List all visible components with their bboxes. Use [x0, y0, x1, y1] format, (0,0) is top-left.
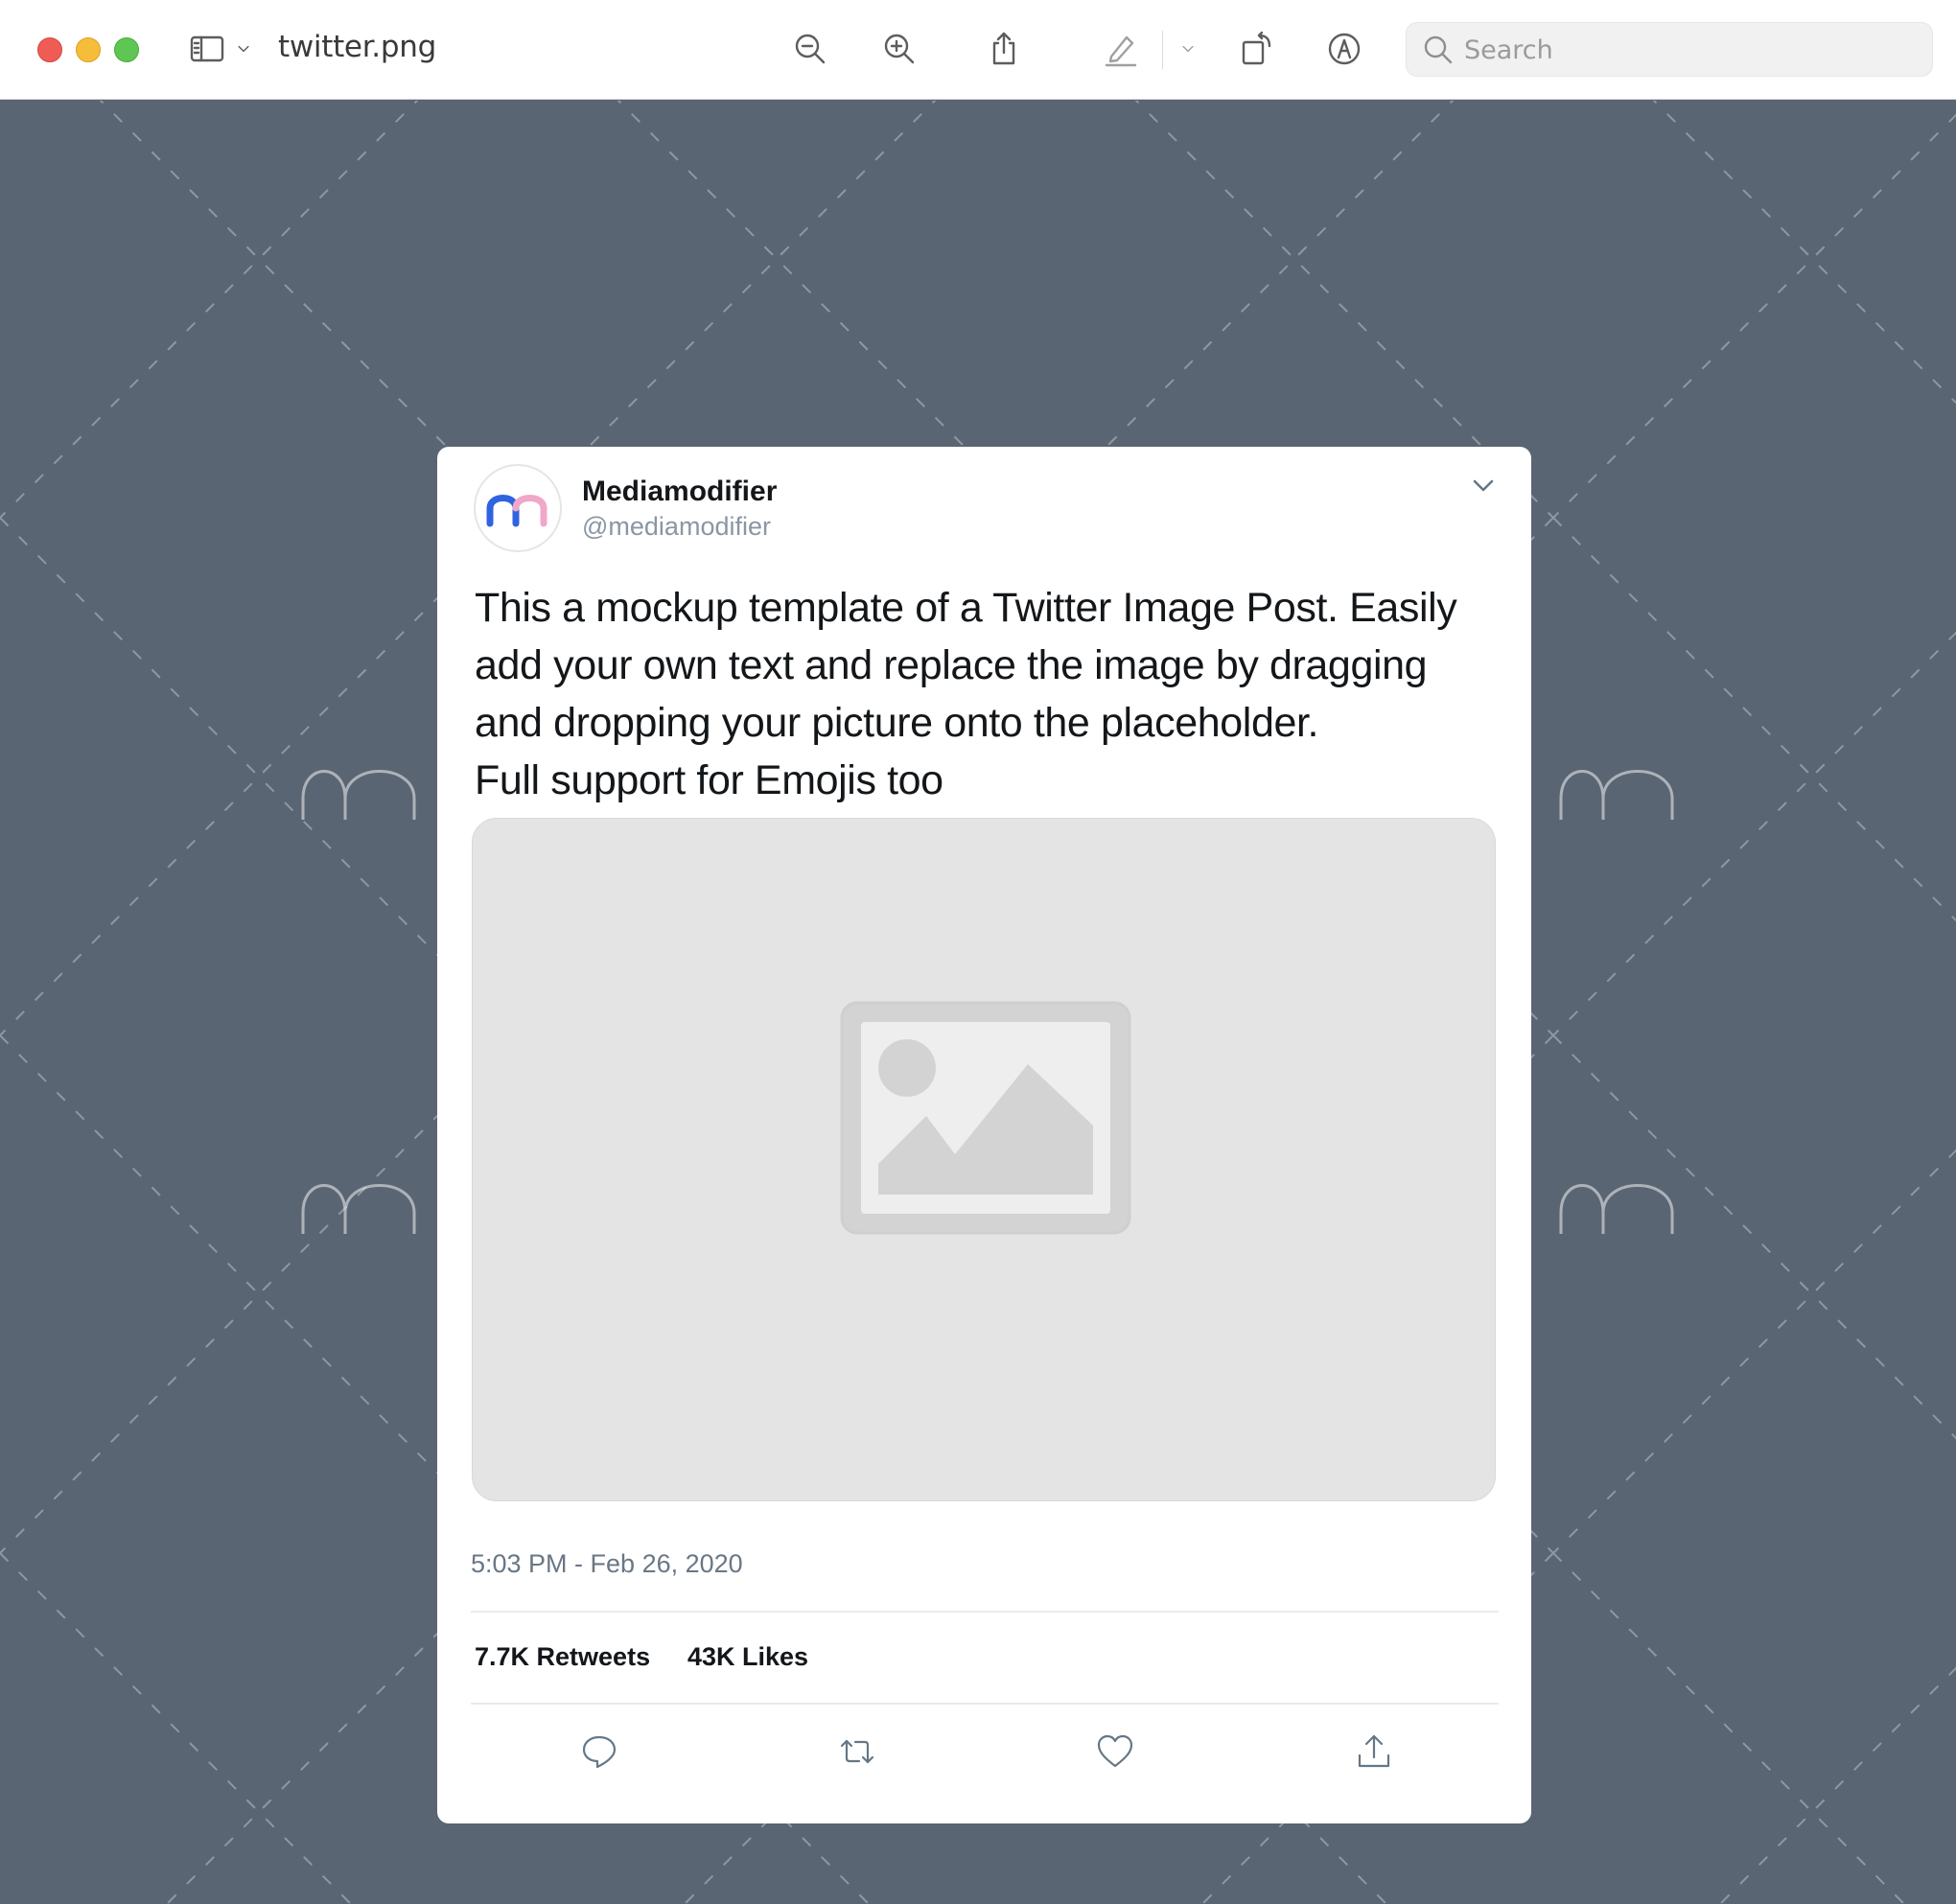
- rotate-button[interactable]: [1235, 29, 1279, 73]
- tweet-text: This a mockup template of a Twitter Imag…: [475, 579, 1501, 809]
- mediamodifier-logo: [486, 495, 547, 527]
- minimize-window-button[interactable]: [76, 37, 101, 62]
- share-button[interactable]: [982, 29, 1026, 73]
- sidebar-menu-button[interactable]: [224, 29, 263, 73]
- close-window-button[interactable]: [37, 37, 62, 62]
- author-name[interactable]: Mediamodifier: [582, 476, 777, 508]
- share-icon: [985, 30, 1023, 73]
- zoom-in-icon: [880, 30, 919, 73]
- tweet-text-line: This a mockup template of a Twitter Imag…: [475, 585, 1457, 631]
- markup-button[interactable]: [1322, 29, 1366, 73]
- toolbar-separator: [1162, 31, 1163, 69]
- image-placeholder[interactable]: [472, 818, 1496, 1501]
- chevron-down-icon: [232, 37, 255, 65]
- sidebar-toggle-button[interactable]: [185, 29, 229, 73]
- tweet-card: Mediamodifier @mediamodifier This a mock…: [437, 447, 1531, 1823]
- like-button[interactable]: [1088, 1727, 1142, 1780]
- image-canvas: Mediamodifier @mediamodifier This a mock…: [0, 101, 1956, 1904]
- highlight-pen-icon: [1102, 30, 1140, 73]
- author-handle[interactable]: @mediamodifier: [582, 512, 771, 542]
- tweet-text-line: and dropping your picture onto the place…: [475, 700, 1319, 746]
- avatar[interactable]: [474, 464, 562, 552]
- document-title: twitter.png: [278, 30, 436, 64]
- retweet-button[interactable]: [830, 1727, 884, 1780]
- divider: [471, 1611, 1499, 1613]
- reply-icon: [580, 1732, 618, 1776]
- zoom-window-button[interactable]: [114, 37, 139, 62]
- retweet-icon: [838, 1732, 876, 1776]
- highlight-button[interactable]: [1099, 29, 1143, 73]
- share-icon: [1355, 1732, 1393, 1776]
- reply-button[interactable]: [572, 1727, 626, 1780]
- zoom-out-icon: [791, 30, 829, 73]
- like-icon: [1096, 1732, 1134, 1776]
- rotate-icon: [1238, 30, 1276, 73]
- window-toolbar: twitter.png: [0, 0, 1956, 100]
- markup-icon: [1325, 30, 1363, 73]
- zoom-out-button[interactable]: [788, 29, 832, 73]
- likes-count[interactable]: 43K Likes: [687, 1642, 808, 1672]
- tweet-text-line: Full support for Emojis too: [475, 757, 943, 803]
- image-icon: [840, 1001, 1131, 1235]
- tweet-menu-button[interactable]: [1464, 468, 1502, 506]
- highlight-menu-button[interactable]: [1169, 29, 1207, 73]
- share-tweet-button[interactable]: [1347, 1727, 1401, 1780]
- search-field[interactable]: [1406, 22, 1933, 77]
- retweets-count[interactable]: 7.7K Retweets: [475, 1642, 650, 1672]
- chevron-down-icon: [1469, 471, 1498, 504]
- tweet-timestamp[interactable]: 5:03 PM - Feb 26, 2020: [471, 1549, 743, 1579]
- zoom-in-button[interactable]: [877, 29, 921, 73]
- search-input[interactable]: [1464, 33, 1915, 67]
- sidebar-icon: [188, 30, 226, 73]
- chevron-down-icon: [1176, 37, 1199, 65]
- divider: [471, 1703, 1499, 1705]
- tweet-text-line: add your own text and replace the image …: [475, 642, 1428, 688]
